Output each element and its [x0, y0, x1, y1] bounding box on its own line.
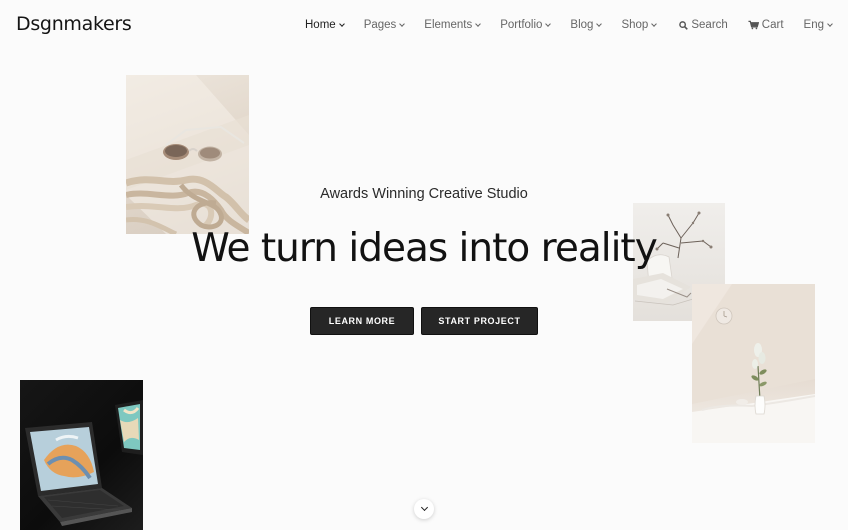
language-label: Eng	[803, 19, 824, 31]
site-logo[interactable]: Dsgnmakers	[16, 13, 132, 35]
cart-icon	[748, 20, 759, 30]
chevron-down-icon	[596, 20, 603, 27]
chevron-down-icon	[545, 20, 552, 27]
nav-item-home[interactable]: Home	[305, 19, 345, 31]
start-project-button[interactable]: START PROJECT	[421, 307, 538, 335]
nav-item-label: Portfolio	[500, 19, 543, 31]
sunglasses-photo	[126, 75, 249, 234]
search-label: Search	[691, 19, 728, 31]
header-utilities: Search Cart Eng	[679, 19, 833, 31]
learn-more-button[interactable]: LEARN MORE	[310, 307, 414, 335]
nav-item-pages[interactable]: Pages	[363, 19, 406, 31]
chevron-down-icon	[475, 20, 482, 27]
nav-item-label: Pages	[363, 19, 397, 31]
nav-item-shop[interactable]: Shop	[621, 19, 658, 31]
chevron-down-icon	[827, 20, 833, 27]
hero-buttons: LEARN MORE START PROJECT	[310, 307, 538, 335]
nav-item-blog[interactable]: Blog	[570, 19, 603, 31]
nav-item-elements[interactable]: Elements	[424, 19, 482, 31]
hero-headline: We turn ideas into reality	[191, 226, 658, 271]
cart-label: Cart	[761, 19, 784, 31]
search-link[interactable]: Search	[679, 19, 728, 31]
search-icon	[679, 20, 689, 30]
chevron-down-icon	[338, 20, 345, 27]
cart-link[interactable]: Cart	[748, 19, 784, 31]
laptop-photo	[20, 380, 143, 530]
nav-item-portfolio[interactable]: Portfolio	[500, 19, 552, 31]
language-selector[interactable]: Eng	[803, 19, 833, 31]
hero-tagline: Awards Winning Creative Studio	[320, 186, 528, 202]
nav-item-label: Blog	[570, 19, 594, 31]
clock-table-photo	[692, 284, 815, 443]
scroll-down-button[interactable]	[414, 499, 434, 519]
chevron-down-icon	[399, 20, 406, 27]
nav-item-label: Home	[305, 19, 336, 31]
chevron-down-icon	[651, 20, 658, 27]
main-nav: Home Pages Elements Portfolio Blog Shop	[305, 19, 658, 31]
nav-item-label: Elements	[424, 19, 473, 31]
chevron-down-icon	[420, 503, 428, 512]
nav-item-label: Shop	[621, 19, 649, 31]
